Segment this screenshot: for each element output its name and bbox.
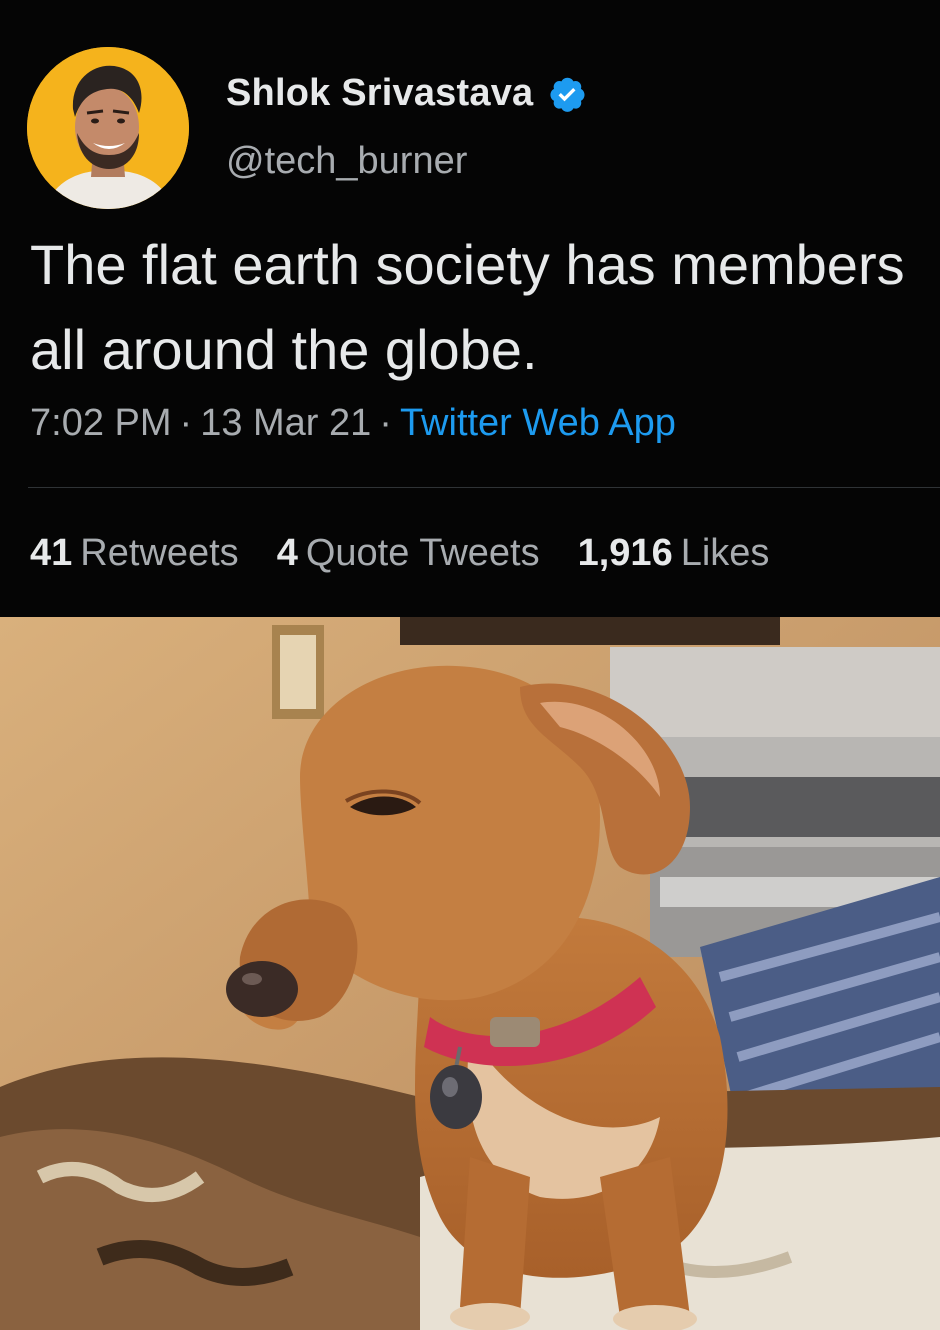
likes-stat[interactable]: 1,916 Likes [578, 532, 770, 575]
tweet-meta: 7:02 PM · 13 Mar 21 · Twitter Web App [30, 402, 676, 445]
dog-photo[interactable] [0, 617, 940, 1330]
likes-label: Likes [680, 532, 770, 574]
tweet-stats: 41 Retweets 4 Quote Tweets 1,916 Likes [30, 532, 807, 575]
retweets-stat[interactable]: 41 Retweets [30, 532, 239, 575]
tweet-text: The flat earth society has members all a… [30, 233, 905, 381]
tweet-date[interactable]: 13 Mar 21 [200, 402, 371, 444]
avatar-portrait [27, 47, 189, 209]
author-handle[interactable]: @tech_burner [226, 140, 467, 183]
likes-count: 1,916 [577, 532, 673, 574]
tweet-card: Shlok Srivastava @tech_burner The flat e… [0, 0, 940, 612]
avatar[interactable] [27, 47, 189, 209]
tweet-time[interactable]: 7:02 PM [30, 402, 172, 444]
meta-separator: · [379, 402, 392, 444]
tweet-source-link[interactable]: Twitter Web App [400, 402, 676, 444]
quote-tweets-label: Quote Tweets [305, 532, 540, 574]
retweets-count: 41 [30, 532, 73, 574]
author-name-row[interactable]: Shlok Srivastava [226, 72, 587, 115]
meta-separator: · [179, 402, 193, 444]
divider [28, 487, 940, 488]
verified-badge-icon [547, 74, 587, 114]
dog-photo-illustration [0, 617, 940, 1330]
quote-tweets-count: 4 [276, 532, 298, 574]
quote-tweets-stat[interactable]: 4 Quote Tweets [277, 532, 540, 575]
retweets-label: Retweets [80, 532, 239, 574]
author-display-name[interactable]: Shlok Srivastava [226, 72, 533, 115]
